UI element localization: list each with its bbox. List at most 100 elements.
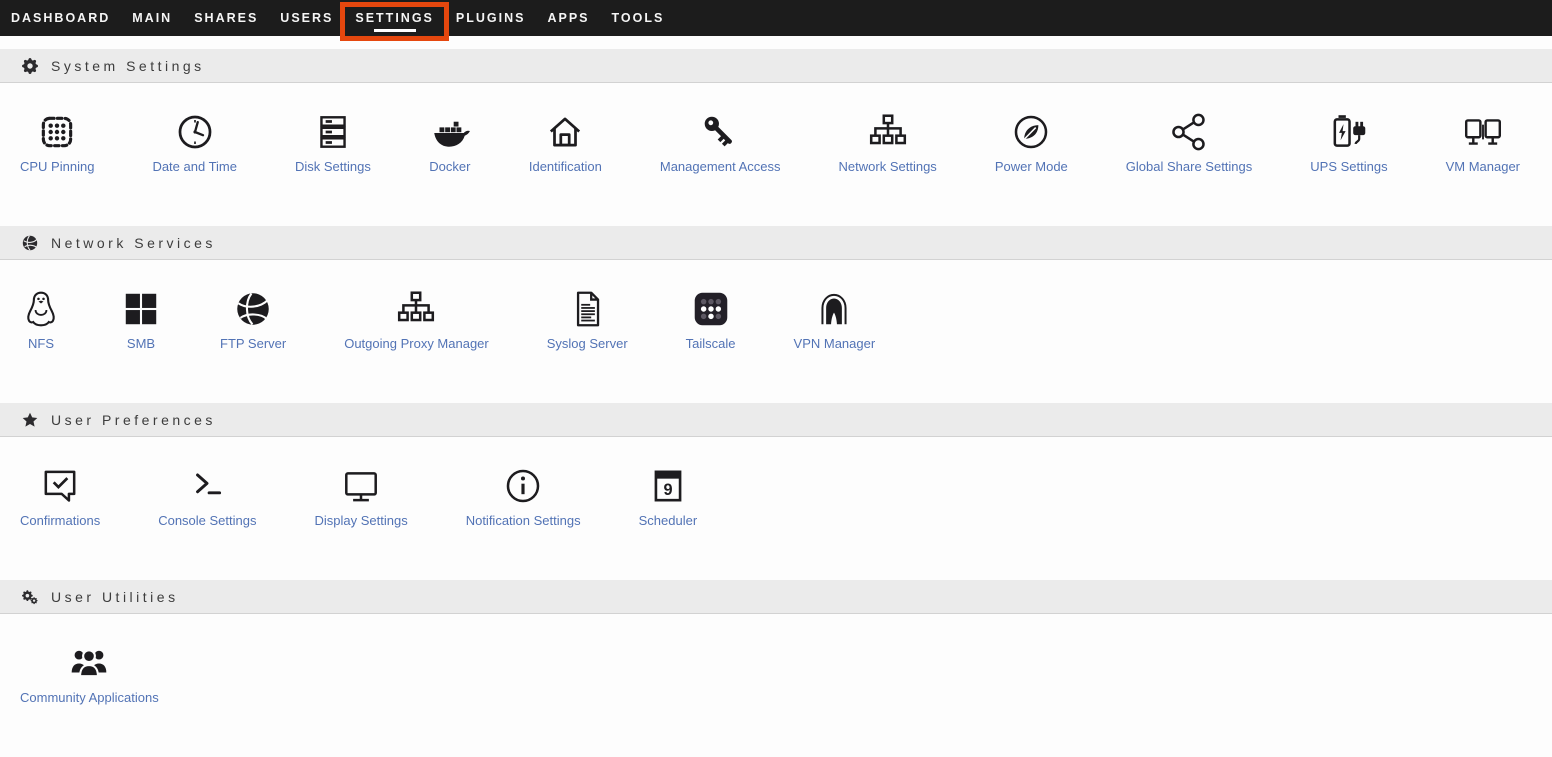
settings-item-label: Network Settings [839,159,937,174]
settings-item-label: Management Access [660,159,781,174]
settings-item-label: Tailscale [686,336,736,351]
section-header: Network Services [0,226,1552,260]
nav-item-label: USERS [280,11,333,25]
settings-item-label: Scheduler [639,513,698,528]
settings-item-label: FTP Server [220,336,286,351]
info-circle-icon [502,465,544,507]
section-header: User Utilities [0,580,1552,614]
settings-sections: System Settings CPU Pinning Date and Tim… [0,49,1552,757]
settings-item-syslog-server[interactable]: Syslog Server [547,288,628,351]
nav-item-settings[interactable]: SETTINGS [344,0,445,36]
document-icon [566,288,608,330]
windows-icon [120,288,162,330]
nav-item-shares[interactable]: SHARES [183,0,269,36]
settings-item-label: Display Settings [314,513,407,528]
nav-item-tools[interactable]: TOOLS [601,0,676,36]
battery-plug-icon [1328,111,1370,153]
section-title: System Settings [51,58,205,74]
settings-item-smb[interactable]: SMB [120,288,162,351]
section-grid: NFS SMB FTP Server Outgoing Proxy Manage… [0,260,1552,403]
settings-item-label: Date and Time [152,159,237,174]
nav-item-users[interactable]: USERS [269,0,344,36]
section-user-utilities: User Utilities Community Applications [0,580,1552,757]
monitor-icon [340,465,382,507]
section-user-preferences: User Preferences Confirmations Console S… [0,403,1552,580]
settings-item-label: SMB [127,336,155,351]
section-header: System Settings [0,49,1552,83]
sitemap-icon [395,288,437,330]
settings-item-display-settings[interactable]: Display Settings [314,465,407,528]
sitemap-icon [867,111,909,153]
section-system-settings: System Settings CPU Pinning Date and Tim… [0,49,1552,226]
nav-item-label: PLUGINS [456,11,526,25]
settings-item-confirmations[interactable]: Confirmations [20,465,100,528]
leaf-circle-icon [1010,111,1052,153]
nav-item-apps[interactable]: APPS [536,0,600,36]
nav-item-label: APPS [547,11,589,25]
globe-sphere-icon [232,288,274,330]
settings-item-ups-settings[interactable]: UPS Settings [1310,111,1387,174]
settings-item-label: Syslog Server [547,336,628,351]
settings-item-label: CPU Pinning [20,159,94,174]
settings-item-vpn-manager[interactable]: VPN Manager [794,288,876,351]
settings-item-label: Global Share Settings [1126,159,1252,174]
nav-item-label: MAIN [132,11,172,25]
section-grid: CPU Pinning Date and Time Disk Settings … [0,83,1552,226]
nav-item-plugins[interactable]: PLUGINS [445,0,537,36]
settings-item-disk-settings[interactable]: Disk Settings [295,111,371,174]
share-nodes-icon [1168,111,1210,153]
settings-item-ftp-server[interactable]: FTP Server [220,288,286,351]
settings-item-power-mode[interactable]: Power Mode [995,111,1068,174]
nav-item-dashboard[interactable]: DASHBOARD [0,0,121,36]
settings-item-label: Console Settings [158,513,256,528]
settings-item-outgoing-proxy-manager[interactable]: Outgoing Proxy Manager [344,288,489,351]
settings-item-notification-settings[interactable]: Notification Settings [466,465,581,528]
settings-item-label: Outgoing Proxy Manager [344,336,489,351]
settings-item-management-access[interactable]: Management Access [660,111,781,174]
terminal-icon [186,465,228,507]
tailscale-icon [690,288,732,330]
section-header: User Preferences [0,403,1552,437]
settings-item-docker[interactable]: Docker [429,111,471,174]
globe-icon [22,235,38,251]
nav-item-main[interactable]: MAIN [121,0,183,36]
settings-item-label: Notification Settings [466,513,581,528]
settings-item-global-share-settings[interactable]: Global Share Settings [1126,111,1252,174]
comment-check-icon [39,465,81,507]
settings-item-network-settings[interactable]: Network Settings [839,111,937,174]
settings-item-label: Disk Settings [295,159,371,174]
settings-item-scheduler[interactable]: Scheduler [639,465,698,528]
settings-item-label: Confirmations [20,513,100,528]
calendar-icon [647,465,689,507]
settings-item-nfs[interactable]: NFS [20,288,62,351]
settings-item-console-settings[interactable]: Console Settings [158,465,256,528]
nav-item-label: SHARES [194,11,258,25]
settings-item-label: Identification [529,159,602,174]
dual-monitor-icon [1462,111,1504,153]
star-icon [22,412,38,428]
settings-item-tailscale[interactable]: Tailscale [686,288,736,351]
nav-item-label: TOOLS [612,11,665,25]
section-title: User Preferences [51,412,216,428]
cogs-icon [22,589,38,605]
settings-item-date-and-time[interactable]: Date and Time [152,111,237,174]
settings-item-label: NFS [28,336,54,351]
settings-item-label: Community Applications [20,690,159,705]
settings-item-cpu-pinning[interactable]: CPU Pinning [20,111,94,174]
nav-item-label: DASHBOARD [11,11,110,25]
settings-item-community-applications[interactable]: Community Applications [20,642,159,705]
settings-item-label: Docker [429,159,470,174]
settings-item-label: VPN Manager [794,336,876,351]
active-tab-underline [374,29,416,32]
section-grid: Confirmations Console Settings Display S… [0,437,1552,580]
disk-stack-icon [312,111,354,153]
section-grid: Community Applications [0,614,1552,757]
cpu-pinning-icon [36,111,78,153]
section-network-services: Network Services NFS SMB FTP Server Outg… [0,226,1552,403]
settings-item-label: VM Manager [1446,159,1520,174]
home-icon [544,111,586,153]
settings-item-vm-manager[interactable]: VM Manager [1446,111,1520,174]
tux-icon [20,288,62,330]
settings-item-identification[interactable]: Identification [529,111,602,174]
users-group-icon [68,642,110,684]
